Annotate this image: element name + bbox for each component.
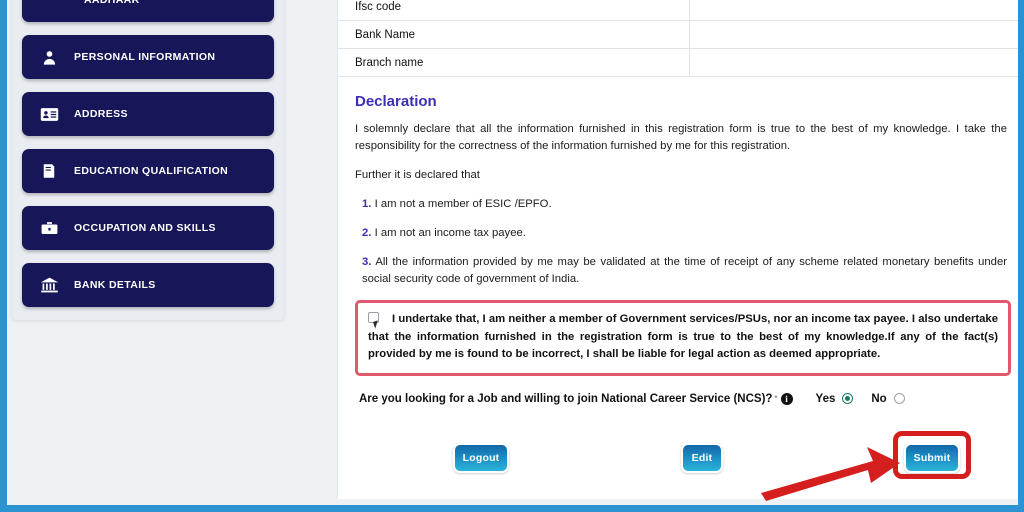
form-content-panel: Ifsc code Bank Name Branch name Declarat… <box>337 0 1018 501</box>
sidebar-item-label: ADDRESS <box>74 108 128 120</box>
book-icon <box>38 160 60 182</box>
list-number: 3. <box>362 256 372 268</box>
required-marker: * <box>774 394 778 403</box>
info-icon[interactable]: i <box>780 392 793 405</box>
sidebar-item-label: AADHAAR <box>84 0 140 6</box>
list-text: All the information provided by me may b… <box>362 256 1007 285</box>
list-number: 1. <box>362 198 372 210</box>
person-icon <box>38 46 60 68</box>
sidebar-item-bank-details[interactable]: BANK DETAILS <box>22 263 274 307</box>
sidebar-item-occupation-and-skills[interactable]: OCCUPATION AND SKILLS <box>22 206 274 250</box>
table-cell-label: Bank Name <box>338 20 690 49</box>
ncs-question-row: Are you looking for a Job and willing to… <box>355 392 1011 405</box>
sidebar-item-label: PERSONAL INFORMATION <box>74 51 216 63</box>
declaration-heading: Declaration <box>355 93 437 110</box>
page-body: AADHAAR PERSONAL INFORMATION ADDRESS EDU… <box>7 0 1018 505</box>
sidebar-item-address[interactable]: ADDRESS <box>22 92 274 136</box>
table-cell-label: Ifsc code <box>338 0 690 21</box>
aadhaar-icon <box>48 0 70 11</box>
bank-icon <box>38 274 60 296</box>
list-number: 2. <box>362 227 372 239</box>
table-cell-label: Branch name <box>338 48 690 77</box>
declaration-section: Declaration I solemnly declare that all … <box>338 93 1018 501</box>
table-row: Branch name <box>338 48 1018 77</box>
edit-button[interactable]: Edit <box>681 442 723 473</box>
logout-button[interactable]: Logout <box>453 442 509 473</box>
screenshot-frame: AADHAAR PERSONAL INFORMATION ADDRESS EDU… <box>0 0 1024 512</box>
action-button-row: Logout Edit Submit <box>355 430 1011 501</box>
sidebar: AADHAAR PERSONAL INFORMATION ADDRESS EDU… <box>12 0 284 320</box>
declaration-paragraph-2: Further it is declared that <box>355 169 480 181</box>
annotation-arrow-icon <box>761 446 900 501</box>
declaration-list-item-2: 2. I am not an income tax payee. <box>355 225 1011 242</box>
ncs-no-label: No <box>871 392 887 405</box>
sidebar-item-education-qualification[interactable]: EDUCATION QUALIFICATION <box>22 149 274 193</box>
undertaking-text-block: I undertake that, I am neither a member … <box>368 311 998 364</box>
table-cell-value <box>689 20 1018 49</box>
table-row: Bank Name <box>338 20 1018 49</box>
sidebar-item-label: EDUCATION QUALIFICATION <box>74 165 229 177</box>
sidebar-item-personal-information[interactable]: PERSONAL INFORMATION <box>22 35 274 79</box>
list-text: I am not a member of ESIC /EPFO. <box>374 198 552 210</box>
declaration-list-item-1: 1. I am not a member of ESIC /EPFO. <box>355 196 1011 213</box>
table-row: Ifsc code <box>338 0 1018 21</box>
submit-button[interactable]: Submit <box>904 442 960 473</box>
bank-details-table: Ifsc code Bank Name Branch name <box>338 0 1018 77</box>
ncs-no-radio[interactable] <box>893 393 905 404</box>
table-cell-value <box>689 0 1018 21</box>
undertaking-box: I undertake that, I am neither a member … <box>355 300 1011 376</box>
list-text: I am not an income tax payee. <box>374 227 526 239</box>
sidebar-item-aadhaar[interactable]: AADHAAR <box>22 0 274 22</box>
declaration-list-item-3: 3. All the information provided by me ma… <box>355 254 1011 288</box>
table-cell-value <box>689 48 1018 77</box>
declaration-paragraph-1: I solemnly declare that all the informat… <box>355 123 1007 152</box>
ncs-yes-radio[interactable] <box>842 393 854 404</box>
sidebar-item-label: OCCUPATION AND SKILLS <box>74 222 216 234</box>
id-card-icon <box>38 103 60 125</box>
ncs-radio-group: Yes No <box>816 393 923 405</box>
briefcase-icon <box>38 217 60 239</box>
undertaking-text: I undertake that, I am neither a member … <box>368 313 998 360</box>
ncs-question-label: Are you looking for a Job and willing to… <box>359 392 773 405</box>
sidebar-item-label: BANK DETAILS <box>74 279 156 291</box>
ncs-yes-label: Yes <box>815 392 836 405</box>
